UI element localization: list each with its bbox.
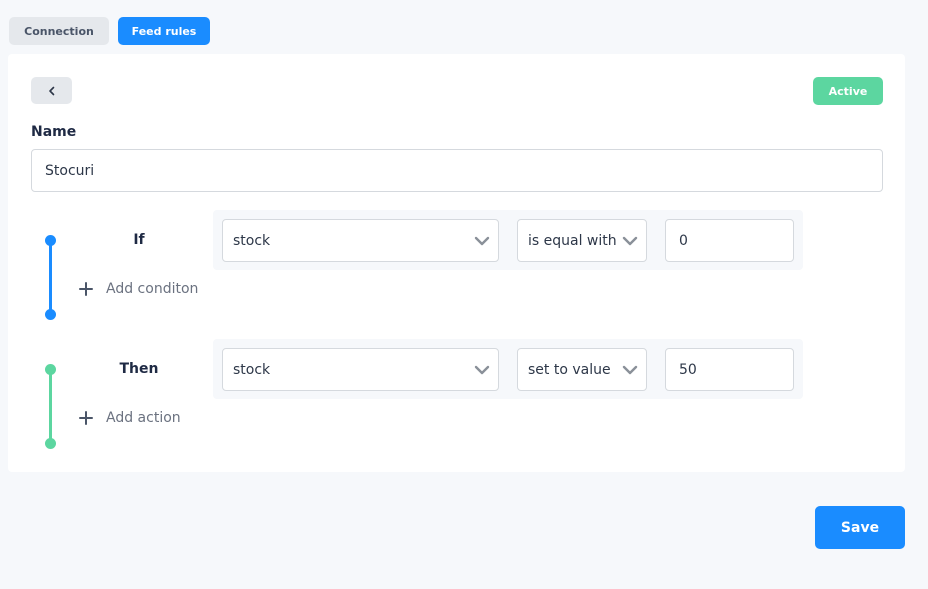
- action-field-select[interactable]: stock: [222, 348, 499, 391]
- plus-icon: [79, 282, 93, 296]
- tab-feed-rules[interactable]: Feed rules: [118, 17, 210, 45]
- condition-operator-value: is equal with: [528, 232, 617, 249]
- condition-field-value: stock: [233, 232, 271, 249]
- chevron-left-icon: [48, 86, 54, 95]
- action-value-input[interactable]: [665, 348, 794, 391]
- tab-connection[interactable]: Connection: [9, 17, 109, 45]
- condition-operator-select[interactable]: is equal with: [517, 219, 647, 262]
- action-timeline: [49, 369, 52, 444]
- action-operator-value: set to value: [528, 361, 611, 378]
- back-button[interactable]: [31, 77, 72, 104]
- condition-label: If: [133, 232, 145, 248]
- action-field-value: stock: [233, 361, 271, 378]
- name-label: Name: [31, 124, 77, 140]
- name-input[interactable]: [31, 149, 883, 192]
- chevron-down-icon: [474, 365, 490, 375]
- status-badge[interactable]: Active: [813, 77, 883, 105]
- chevron-down-icon: [622, 236, 638, 246]
- timeline-dot: [45, 235, 56, 246]
- timeline-dot: [45, 309, 56, 320]
- plus-icon: [79, 411, 93, 425]
- condition-block: If stock is equal with Add conditon: [8, 210, 905, 322]
- chevron-down-icon: [474, 236, 490, 246]
- add-condition-button[interactable]: Add conditon: [79, 278, 198, 300]
- action-label: Then: [119, 361, 159, 377]
- action-block: Then stock set to value Add action: [8, 339, 905, 451]
- action-operator-select[interactable]: set to value: [517, 348, 647, 391]
- add-action-button[interactable]: Add action: [79, 407, 181, 429]
- condition-field-select[interactable]: stock: [222, 219, 499, 262]
- chevron-down-icon: [622, 365, 638, 375]
- condition-timeline: [49, 240, 52, 315]
- timeline-dot: [45, 364, 56, 375]
- add-condition-label: Add conditon: [106, 281, 199, 297]
- rule-editor-card: Active Name If stock is equal with Add c: [8, 54, 905, 472]
- save-button[interactable]: Save: [815, 506, 905, 549]
- timeline-dot: [45, 438, 56, 449]
- condition-value-input[interactable]: [665, 219, 794, 262]
- add-action-label: Add action: [106, 410, 181, 426]
